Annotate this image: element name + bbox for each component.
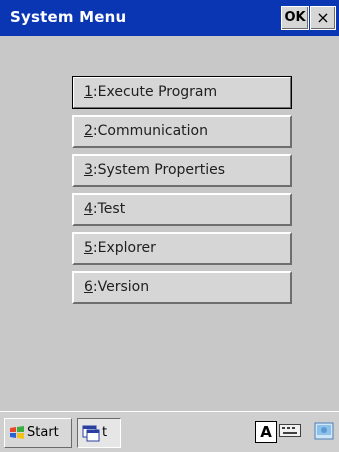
version-button[interactable]: 6:Version bbox=[72, 271, 292, 304]
menu-hotkey: 3 bbox=[84, 162, 93, 178]
test-button[interactable]: 4:Test bbox=[72, 193, 292, 226]
taskbar-app-button[interactable]: t bbox=[77, 418, 121, 448]
application-window-icon bbox=[82, 425, 100, 442]
start-label: Start bbox=[27, 425, 59, 440]
menu-label: :System Properties bbox=[92, 162, 226, 178]
menu-panel: 1:Execute Program 2:Communication 3:Syst… bbox=[6, 36, 333, 411]
keyboard-icon[interactable] bbox=[279, 424, 301, 437]
execute-program-button[interactable]: 1:Execute Program bbox=[72, 76, 292, 109]
menu-hotkey: 1 bbox=[84, 84, 93, 100]
menu-label: :Explorer bbox=[92, 240, 156, 256]
ok-button[interactable]: OK bbox=[281, 6, 309, 30]
menu-label: :Execute Program bbox=[92, 84, 218, 100]
menu-hotkey: 2 bbox=[84, 123, 93, 139]
menu-label: :Test bbox=[92, 201, 126, 217]
close-button[interactable]: × bbox=[310, 6, 336, 30]
windows-flag-icon bbox=[10, 426, 24, 439]
menu-label: :Version bbox=[92, 279, 150, 295]
system-properties-button[interactable]: 3:System Properties bbox=[72, 154, 292, 187]
taskbar: Start t A bbox=[0, 411, 339, 452]
title-bar: System Menu OK × bbox=[0, 0, 339, 36]
window-title: System Menu bbox=[10, 8, 127, 26]
taskbar-app-label: t bbox=[102, 425, 108, 440]
menu-label: :Communication bbox=[92, 123, 208, 139]
menu-hotkey: 6 bbox=[84, 279, 93, 295]
device-screen: System Menu OK × 1:Execute Program 2:Com… bbox=[0, 0, 339, 452]
show-desktop-icon[interactable] bbox=[314, 421, 334, 441]
menu-list: 1:Execute Program 2:Communication 3:Syst… bbox=[72, 76, 292, 310]
explorer-button[interactable]: 5:Explorer bbox=[72, 232, 292, 265]
communication-button[interactable]: 2:Communication bbox=[72, 115, 292, 148]
input-mode-indicator[interactable]: A bbox=[255, 421, 277, 443]
start-button[interactable]: Start bbox=[4, 418, 72, 448]
menu-hotkey: 5 bbox=[84, 240, 93, 256]
menu-hotkey: 4 bbox=[84, 201, 93, 217]
